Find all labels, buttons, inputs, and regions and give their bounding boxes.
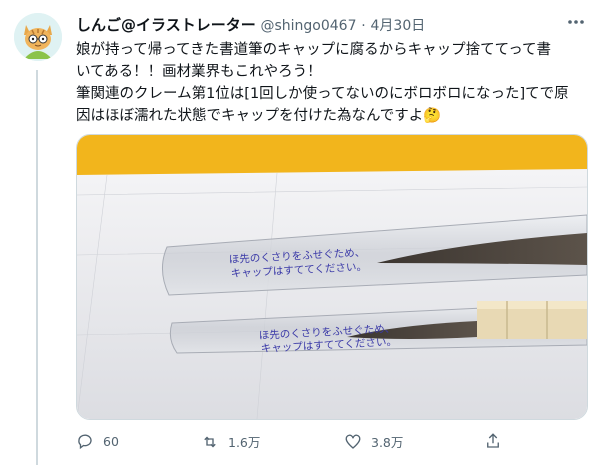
tweet-date[interactable]: 4月30日 — [371, 18, 426, 34]
tweet-actions: 60 1.6万 3.8万 — [76, 432, 516, 456]
tweet-text: 娘が持って帰ってきた書道筆のキャップに腐るからキャップ捨ててって書 いてある！！… — [76, 39, 588, 127]
display-name[interactable]: しんご@イラストレーター — [76, 16, 256, 34]
reply-icon — [78, 434, 92, 450]
brush-caps-photo: ほ先のくさりをふせぐため、 キャップはすててください。 ほ先のくさりをふせぐため… — [77, 135, 587, 419]
like-count: 3.8万 — [371, 435, 404, 450]
retweet-button[interactable]: 1.6万 — [201, 432, 260, 451]
share-button[interactable] — [484, 432, 502, 450]
user-handle[interactable]: @shingo0467 — [260, 18, 356, 34]
tweet-photo[interactable]: ほ先のくさりをふせぐため、 キャップはすててください。 ほ先のくさりをふせぐため… — [76, 134, 588, 420]
separator-dot: · — [361, 18, 366, 34]
tweet-text-line: 因はほぼ濡れた状態でキャップを付けた為なんですよ🤔 — [76, 108, 442, 124]
heart-icon — [345, 434, 361, 449]
cat-avatar-icon — [14, 13, 62, 61]
retweet-count: 1.6万 — [228, 435, 261, 450]
more-icon[interactable] — [566, 12, 586, 36]
reply-count: 60 — [103, 433, 119, 449]
share-icon — [487, 433, 499, 448]
tweet-text-line: 筆関連のクレーム第1位は[1回しか使ってないのにボロボロになった]てで原 — [76, 86, 569, 102]
retweet-icon — [204, 436, 216, 447]
tweet-text-line: いてある！！画材業界もこれやろう！ — [76, 64, 322, 80]
like-button[interactable]: 3.8万 — [344, 432, 403, 451]
tweet-header: しんご@イラストレーター @shingo0467 · 4月30日 — [76, 14, 590, 36]
avatar[interactable] — [14, 13, 62, 61]
tweet-text-line: 娘が持って帰ってきた書道筆のキャップに腐るからキャップ捨ててって書 — [76, 42, 552, 58]
reply-button[interactable]: 60 — [76, 432, 119, 450]
thread-line — [36, 70, 38, 465]
